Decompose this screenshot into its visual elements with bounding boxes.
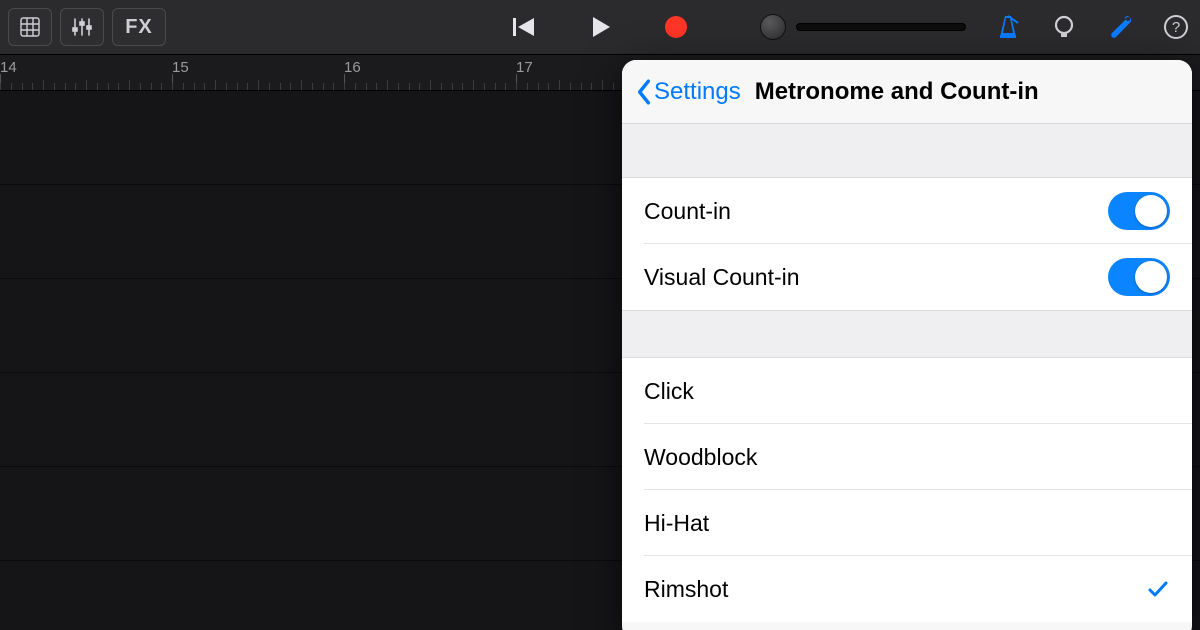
transport-controls	[510, 13, 690, 41]
go-to-start-button[interactable]	[510, 13, 538, 41]
section-spacer	[622, 124, 1192, 178]
sound-option-woodblock[interactable]: Woodblock	[622, 424, 1192, 490]
mixer-button[interactable]	[60, 8, 104, 46]
checkmark-icon	[1146, 577, 1170, 601]
back-label: Settings	[654, 78, 741, 106]
bar-number: 15	[172, 59, 189, 76]
settings-popover: Settings Metronome and Count-in Count-in…	[622, 60, 1192, 630]
top-toolbar: FX	[0, 0, 1200, 55]
visual-count-in-row[interactable]: Visual Count-in	[622, 244, 1192, 310]
toolbar-right: ?	[760, 13, 1190, 41]
grid-icon	[20, 17, 40, 37]
svg-text:?: ?	[1172, 19, 1180, 36]
count-in-toggles: Count-in Visual Count-in	[622, 178, 1192, 310]
popover-header: Settings Metronome and Count-in	[622, 60, 1192, 124]
row-label: Woodblock	[644, 444, 757, 471]
chevron-left-icon	[636, 79, 652, 105]
row-label: Visual Count-in	[644, 264, 800, 291]
row-label: Rimshot	[644, 576, 728, 603]
wrench-icon	[1106, 13, 1134, 41]
record-button[interactable]	[662, 13, 690, 41]
row-label: Count-in	[644, 198, 731, 225]
row-label: Click	[644, 378, 694, 405]
fx-button[interactable]: FX	[112, 8, 166, 46]
loop-button[interactable]	[1050, 13, 1078, 41]
volume-meter	[796, 23, 966, 31]
metronome-sound-list: Click Woodblock Hi-Hat Rimshot	[622, 358, 1192, 622]
row-label: Hi-Hat	[644, 510, 709, 537]
master-volume[interactable]	[760, 14, 966, 40]
fx-label: FX	[125, 16, 153, 39]
sound-option-hihat[interactable]: Hi-Hat	[622, 490, 1192, 556]
loop-icon	[1051, 14, 1077, 40]
help-icon: ?	[1163, 14, 1189, 40]
section-spacer	[622, 310, 1192, 358]
popover-arrow	[1070, 60, 1094, 62]
help-button[interactable]: ?	[1162, 13, 1190, 41]
volume-knob-icon	[760, 14, 786, 40]
sliders-icon	[71, 17, 93, 37]
settings-button[interactable]	[1106, 13, 1134, 41]
popover-title: Metronome and Count-in	[755, 78, 1039, 106]
back-button[interactable]: Settings	[636, 78, 741, 106]
metronome-icon	[994, 13, 1022, 41]
visual-count-in-switch[interactable]	[1108, 258, 1170, 296]
bar-number: 17	[516, 59, 533, 76]
grid-view-button[interactable]	[8, 8, 52, 46]
bar-number: 14	[0, 59, 17, 76]
count-in-row[interactable]: Count-in	[622, 178, 1192, 244]
play-button[interactable]	[586, 13, 614, 41]
sound-option-click[interactable]: Click	[622, 358, 1192, 424]
count-in-switch[interactable]	[1108, 192, 1170, 230]
bar-number: 16	[344, 59, 361, 76]
sound-option-rimshot[interactable]: Rimshot	[622, 556, 1192, 622]
metronome-button[interactable]	[994, 13, 1022, 41]
